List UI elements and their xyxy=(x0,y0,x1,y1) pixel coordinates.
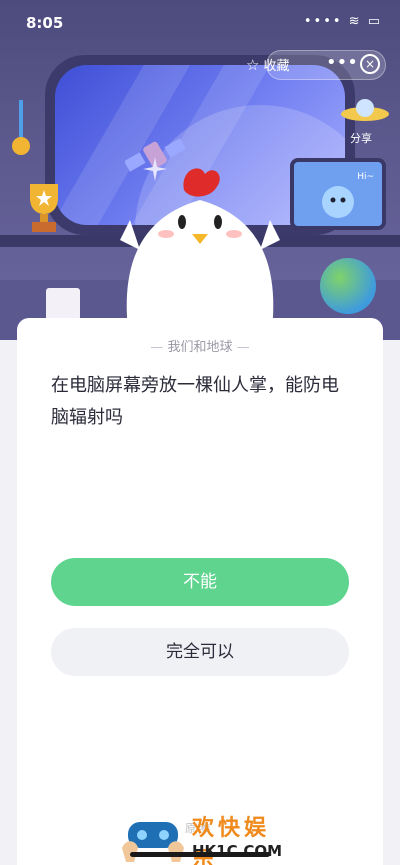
status-bar: 8:05 •••• ≋ ▭ xyxy=(0,0,400,46)
collect-button[interactable]: ☆ 收藏 xyxy=(246,50,308,80)
source-text: 我们和地球 xyxy=(167,340,233,355)
watermark-en: HK1C.COM xyxy=(192,842,283,860)
earth-icon xyxy=(320,258,376,314)
dash-left: — xyxy=(150,340,168,355)
quiz-card: — 我们和地球 — 在电脑屏幕旁放一棵仙人掌，能防电脑辐射吗 不能 完全可以 xyxy=(17,318,383,865)
collect-label: 收藏 xyxy=(263,59,290,74)
trophy-icon xyxy=(30,184,58,232)
answer-option-2[interactable]: 完全可以 xyxy=(51,628,349,676)
monitor-screen: Hi~ xyxy=(290,158,386,230)
monitor-text: Hi~ xyxy=(357,172,374,182)
source-label: — 我们和地球 — xyxy=(17,336,383,355)
cup-icon xyxy=(46,288,80,320)
alien-icon xyxy=(322,186,354,218)
star-icon: ☆ xyxy=(246,56,260,74)
answer-option-1[interactable]: 不能 xyxy=(51,558,349,606)
home-indicator xyxy=(130,852,270,857)
close-button[interactable]: × xyxy=(360,54,380,74)
share-label[interactable]: 分享 xyxy=(350,130,372,146)
ufo-icon[interactable] xyxy=(340,92,390,126)
dash-right: — xyxy=(232,340,250,355)
status-icons: •••• ≋ ▭ xyxy=(303,14,382,29)
chicken-mascot xyxy=(120,168,280,340)
more-button[interactable]: ••• xyxy=(326,52,358,74)
question-text: 在电脑屏幕旁放一棵仙人掌，能防电脑辐射吗 xyxy=(51,375,339,428)
status-time: 8:05 xyxy=(26,14,64,32)
medal-icon xyxy=(12,100,30,155)
